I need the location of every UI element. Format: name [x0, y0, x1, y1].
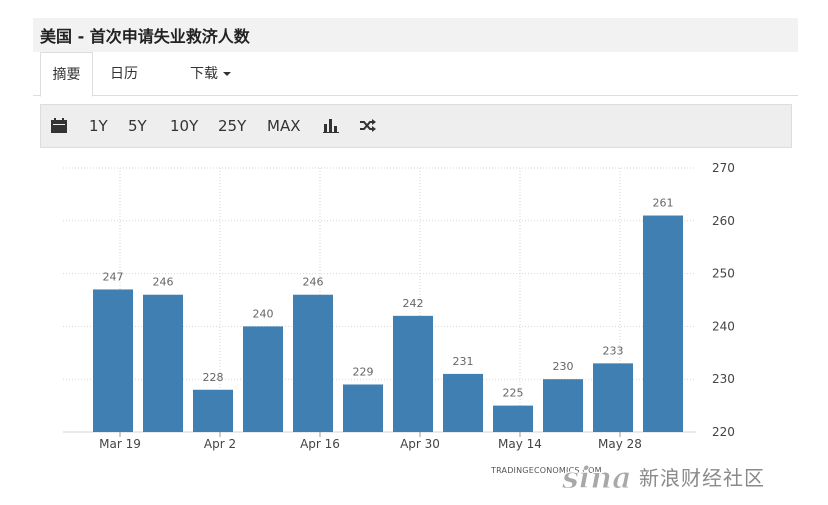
y-axis: 220 230 240 250 260 270	[712, 161, 735, 439]
bar-chart: 247 246 228 240 246 229 242 231 225 230 233 261 220…	[63, 161, 735, 451]
chart-bars	[93, 215, 683, 432]
bar[interactable]	[143, 294, 183, 432]
x-tick-label: Apr 30	[400, 437, 440, 451]
y-tick-label: 220	[712, 425, 735, 439]
bar[interactable]	[643, 215, 683, 432]
bar[interactable]	[293, 294, 333, 432]
x-tick-label: Mar 19	[99, 437, 141, 451]
y-tick-label: 230	[712, 372, 735, 386]
bar-data-label: 229	[353, 365, 374, 378]
bar-data-label: 242	[403, 297, 424, 310]
x-tick-label: Apr 16	[300, 437, 340, 451]
x-tick-label: May 28	[598, 437, 642, 451]
y-tick-label: 260	[712, 214, 735, 228]
y-tick-label: 240	[712, 319, 735, 333]
bar[interactable]	[593, 363, 633, 432]
bar-data-label: 240	[253, 307, 274, 320]
bar[interactable]	[543, 379, 583, 432]
bar[interactable]	[93, 289, 133, 432]
y-tick-label: 250	[712, 267, 735, 281]
bar[interactable]	[393, 315, 433, 432]
bar[interactable]	[493, 405, 533, 432]
y-tick-label: 270	[712, 161, 735, 175]
watermark-text: 新浪财经社区	[639, 466, 765, 490]
chart-data-labels: 247 246 228 240 246 229 242 231 225 230 233 261	[103, 197, 674, 400]
bar-data-label: 246	[153, 276, 174, 289]
bar-data-label: 228	[203, 371, 224, 384]
x-axis: Mar 19 Apr 2 Apr 16 Apr 30 May 14 May 28	[99, 432, 642, 451]
bar-data-label: 231	[453, 355, 474, 368]
bar-data-label: 233	[603, 344, 624, 357]
x-tick-label: Apr 2	[204, 437, 236, 451]
bar-data-label: 230	[553, 360, 574, 373]
bar-data-label: 261	[653, 197, 674, 210]
bar[interactable]	[243, 326, 283, 432]
x-tick-label: May 14	[498, 437, 542, 451]
sina-logo: sina	[561, 461, 633, 497]
bar-data-label: 225	[503, 387, 524, 400]
bar-data-label: 246	[303, 276, 324, 289]
bar[interactable]	[343, 384, 383, 432]
bar[interactable]	[193, 389, 233, 432]
bar[interactable]	[443, 373, 483, 432]
sina-logo-text: sina	[561, 461, 632, 496]
bar-data-label: 247	[103, 270, 124, 283]
